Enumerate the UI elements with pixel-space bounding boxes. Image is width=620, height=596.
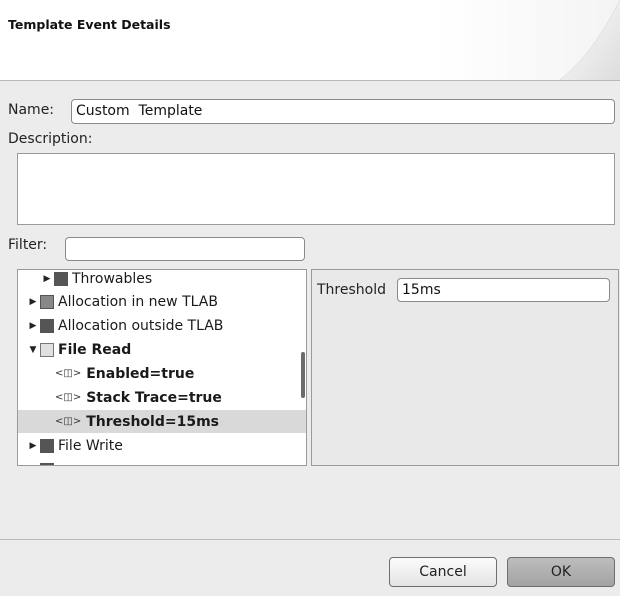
tree-item-stack-trace[interactable]: <◫> Stack Trace=true [18, 386, 306, 409]
checkbox-icon[interactable] [40, 342, 54, 357]
threshold-value: 15ms [402, 282, 441, 298]
expand-arrow-icon[interactable]: ▶ [26, 297, 40, 307]
tree-item-label: Enabled=true [86, 365, 195, 382]
threshold-input[interactable]: 15ms [397, 278, 610, 302]
description-label: Description: [8, 131, 93, 147]
filter-input[interactable] [65, 237, 305, 261]
tree-item-file-read[interactable]: ▼ File Read [18, 338, 306, 361]
attribute-icon: <◫> [55, 368, 82, 379]
collapse-arrow-icon[interactable]: ▼ [26, 345, 40, 355]
checkbox-icon[interactable] [40, 318, 54, 333]
attribute-icon: <◫> [55, 392, 82, 403]
dialog-header: Template Event Details [0, 0, 620, 81]
tree-item-label: Threshold=15ms [86, 413, 220, 430]
tree-item-allocation-new-tlab[interactable]: ▶ Allocation in new TLAB [18, 290, 306, 313]
checkbox-icon[interactable] [40, 438, 54, 453]
name-label: Name: [8, 102, 55, 118]
header-decoration [559, 0, 620, 80]
ok-button[interactable]: OK [507, 557, 615, 587]
dialog-title: Template Event Details [8, 17, 171, 32]
tree-item-label: Stack Trace=true [86, 389, 222, 406]
tree-item-enabled[interactable]: <◫> Enabled=true [18, 362, 306, 385]
tree-item-threshold[interactable]: <◫> Threshold=15ms [18, 410, 306, 433]
threshold-label: Threshold [317, 282, 386, 298]
detail-panel: Threshold 15ms [311, 269, 619, 466]
name-field[interactable]: Custom Template [71, 99, 615, 124]
tree-item-throwables[interactable]: ▶ Throwables [18, 270, 306, 290]
checkbox-icon[interactable] [40, 462, 54, 465]
tree-item-allocation-outside-tlab[interactable]: ▶ Allocation outside TLAB [18, 314, 306, 337]
tree-scrollbar[interactable] [301, 352, 305, 398]
tree-item-label: Allocation in new TLAB [58, 293, 218, 310]
name-value: Custom Template [76, 103, 203, 119]
tree-item-label: File Read [58, 341, 132, 358]
tree-item-label: Throwables [72, 270, 153, 287]
button-bar-divider [0, 539, 620, 540]
tree-item-label: File Write [58, 437, 123, 454]
expand-arrow-icon[interactable]: ▶ [26, 321, 40, 331]
checkbox-icon[interactable] [40, 294, 54, 309]
expand-arrow-icon[interactable]: ▶ [26, 441, 40, 451]
attribute-icon: <◫> [55, 416, 82, 427]
cancel-button[interactable]: Cancel [389, 557, 497, 587]
expand-arrow-icon[interactable]: ▶ [40, 274, 54, 284]
filter-label: Filter: [8, 237, 48, 253]
event-tree[interactable]: ▶ Throwables ▶ Allocation in new TLAB ▶ … [17, 269, 307, 466]
description-field[interactable] [17, 153, 615, 225]
tree-item-partial[interactable] [18, 458, 306, 465]
tree-item-file-write[interactable]: ▶ File Write [18, 434, 306, 457]
checkbox-icon[interactable] [54, 271, 68, 286]
tree-item-label: Allocation outside TLAB [58, 317, 224, 334]
